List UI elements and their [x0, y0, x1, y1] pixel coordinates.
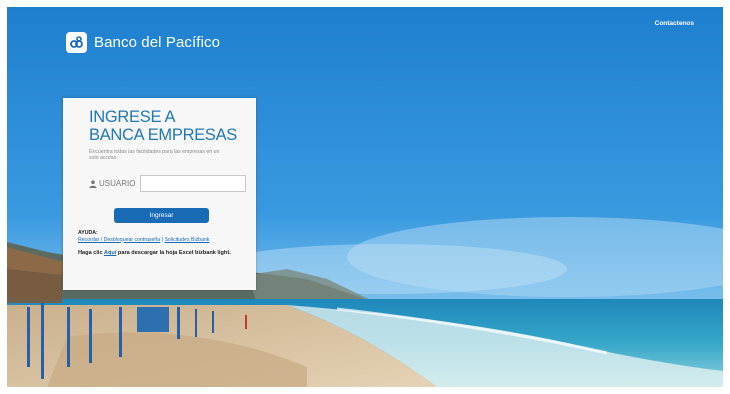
brand-logo[interactable]: Banco del Pacífico — [66, 32, 220, 53]
help-links: Recordar / Desbloquear contraseña | Soli… — [78, 237, 209, 244]
contact-link[interactable]: Contactenos — [655, 20, 694, 27]
help-separator: | — [161, 236, 163, 243]
login-title-line1: INGRESE A — [89, 108, 176, 126]
logo-mark-icon — [66, 32, 87, 53]
excel-notice-suffix: para descargar la hoja Excel bizbank lig… — [116, 250, 231, 256]
login-title-line2: BANCA EMPRESAS — [89, 126, 238, 144]
user-row: USUARIO — [89, 175, 247, 192]
login-card: INGRESE A BANCA EMPRESAS Encuentra todas… — [63, 98, 256, 290]
login-title: INGRESE A BANCA EMPRESAS — [89, 108, 237, 144]
excel-notice-prefix: Haga clic — [78, 250, 104, 256]
excel-notice: Haga clic Aquí para descargar la hoja Ex… — [78, 250, 248, 258]
page-frame: Banco del Pacífico Contactenos INGRESE A… — [7, 7, 723, 387]
login-subtitle: Encuentra todas las facilidades para las… — [89, 149, 220, 162]
help-section: AYUDA: Recordar / Desbloquear contraseña… — [78, 230, 209, 243]
user-input[interactable] — [140, 175, 247, 192]
bizbank-requests-link[interactable]: Solicitudes Bizbank — [164, 237, 209, 243]
user-label: USUARIO — [99, 179, 136, 188]
brand-name: Banco del Pacífico — [94, 34, 221, 51]
user-icon — [89, 179, 97, 188]
login-button[interactable]: Ingresar — [114, 208, 209, 223]
excel-download-link[interactable]: Aquí — [104, 250, 116, 256]
recover-password-link[interactable]: Recordar / Desbloquear contraseña — [78, 237, 160, 243]
